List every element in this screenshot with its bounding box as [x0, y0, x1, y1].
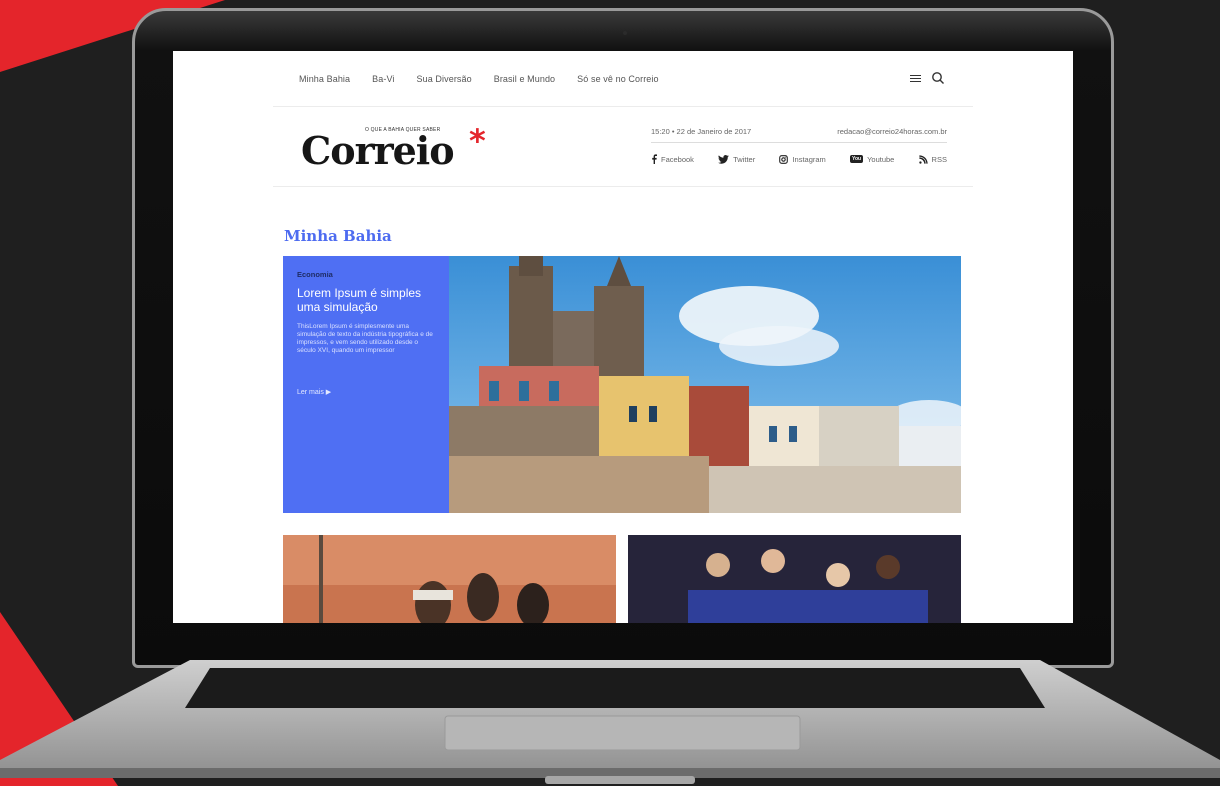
- social-youtube[interactable]: You Youtube: [850, 155, 894, 164]
- article-card-image-1[interactable]: [283, 535, 616, 623]
- nav-icons: [910, 71, 945, 85]
- instagram-icon: [779, 154, 789, 164]
- camera: [623, 31, 627, 35]
- laptop-base: [0, 660, 1220, 784]
- logo-wordmark: Correio: [301, 128, 455, 173]
- browser-screen: Minha Bahia Ba-Vi Sua Diversão Brasil e …: [173, 51, 1073, 623]
- twitter-icon: [718, 154, 730, 164]
- hero-article[interactable]: Economia Lorem Ipsum é simples uma simul…: [283, 256, 961, 513]
- read-more-link[interactable]: Ler mais ▶: [297, 388, 331, 396]
- site-header: O QUE A BAHIA QUER SABER Correio * 15:20…: [273, 107, 973, 187]
- logo-asterisk-icon: *: [469, 122, 486, 160]
- article-card-image-2[interactable]: [628, 535, 961, 623]
- hamburger-menu-icon[interactable]: [910, 74, 921, 83]
- search-icon[interactable]: [931, 71, 945, 85]
- hero-title[interactable]: Lorem Ipsum é simples uma simulação: [297, 286, 435, 314]
- date-time: 15:20 • 22 de Janeiro de 2017: [651, 127, 752, 136]
- social-instagram[interactable]: Instagram: [779, 154, 826, 164]
- social-rss[interactable]: RSS: [918, 154, 947, 164]
- correio-logo[interactable]: O QUE A BAHIA QUER SABER Correio *: [301, 125, 501, 175]
- youtube-icon: You: [850, 155, 864, 163]
- social-facebook[interactable]: Facebook: [651, 154, 694, 164]
- nav-item-so-se-ve[interactable]: Só se vê no Correio: [577, 74, 658, 84]
- hero-image[interactable]: [449, 256, 961, 513]
- header-meta: 15:20 • 22 de Janeiro de 2017 redacao@co…: [651, 127, 947, 143]
- nav-item-minha-bahia[interactable]: Minha Bahia: [299, 74, 350, 84]
- nav-item-ba-vi[interactable]: Ba-Vi: [372, 74, 394, 84]
- social-twitter[interactable]: Twitter: [718, 155, 755, 164]
- hero-text-panel: Economia Lorem Ipsum é simples uma simul…: [283, 256, 449, 513]
- hero-category[interactable]: Economia: [297, 270, 435, 279]
- nav-item-sua-diversao[interactable]: Sua Diversão: [417, 74, 472, 84]
- facebook-icon: [652, 154, 657, 164]
- laptop-lid: Minha Bahia Ba-Vi Sua Diversão Brasil e …: [132, 8, 1114, 668]
- rss-icon: [918, 154, 928, 164]
- social-links: Facebook Twitter Instagram You Youtube R…: [651, 154, 947, 164]
- contact-email[interactable]: redacao@correio24horas.com.br: [837, 127, 947, 136]
- section-title: Minha Bahia: [284, 227, 392, 245]
- nav-item-brasil-e-mundo[interactable]: Brasil e Mundo: [494, 74, 555, 84]
- hero-summary: ThisLorem Ipsum é simplesmente uma simul…: [297, 323, 433, 354]
- top-navigation: Minha Bahia Ba-Vi Sua Diversão Brasil e …: [273, 51, 973, 107]
